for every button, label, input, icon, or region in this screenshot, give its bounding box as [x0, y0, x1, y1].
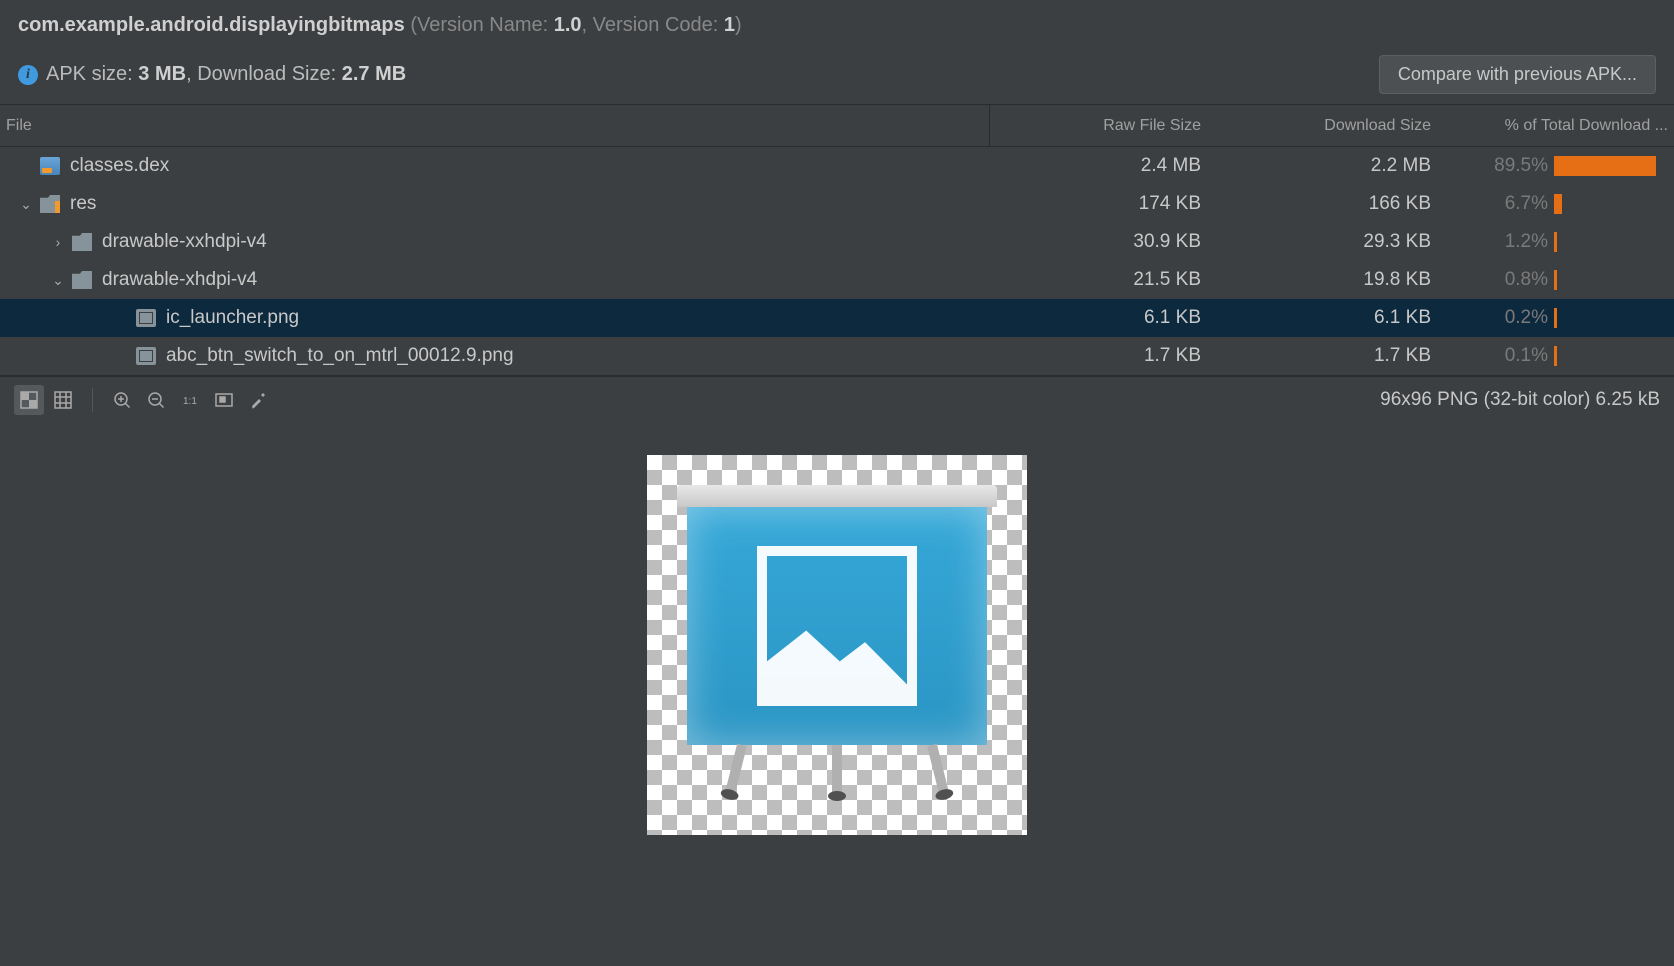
col-file[interactable]: File — [0, 117, 989, 135]
table-row[interactable]: abc_btn_switch_to_on_mtrl_00012.9.png 1.7… — [0, 337, 1674, 375]
checker-background — [647, 455, 1027, 835]
separator — [92, 388, 93, 412]
table-header: File Raw File Size Download Size % of To… — [0, 105, 1674, 147]
table-row[interactable]: ⌄ res 174 KB166 KB6.7% — [0, 185, 1674, 223]
chevron-down-icon[interactable]: ⌄ — [16, 194, 36, 214]
actual-size-icon[interactable]: 1:1 — [175, 385, 205, 415]
pct-bar — [1554, 346, 1674, 366]
folder-icon — [72, 233, 92, 251]
col-download-size[interactable]: Download Size — [1219, 105, 1449, 146]
color-picker-icon[interactable] — [243, 385, 273, 415]
pct: 1.2% — [1449, 231, 1554, 253]
download-size: 19.8 KB — [1219, 269, 1449, 291]
pct-bar — [1554, 232, 1674, 252]
col-raw-size[interactable]: Raw File Size — [989, 105, 1219, 146]
file-name: res — [70, 193, 96, 215]
pct: 0.2% — [1449, 307, 1554, 329]
file-name: ic_launcher.png — [166, 307, 299, 329]
grid-icon[interactable] — [48, 385, 78, 415]
pct-bar — [1554, 194, 1674, 214]
svg-text:1:1: 1:1 — [183, 396, 197, 407]
img-icon — [136, 309, 156, 327]
file-name: drawable-xhdpi-v4 — [102, 269, 257, 291]
download-size: 2.2 MB — [1219, 155, 1449, 177]
file-table: File Raw File Size Download Size % of To… — [0, 104, 1674, 376]
pct: 0.8% — [1449, 269, 1554, 291]
download-size: 166 KB — [1219, 193, 1449, 215]
version-name: 1.0 — [554, 14, 582, 36]
folder-special-icon — [40, 195, 60, 213]
col-pct[interactable]: % of Total Download ... — [1449, 105, 1674, 146]
apk-size-label: APK size: — [46, 63, 133, 85]
fit-zoom-icon[interactable] — [209, 385, 239, 415]
preview-area: 1:1 96x96 PNG (32-bit color) 6.25 kB — [0, 376, 1674, 966]
zoom-in-icon[interactable] — [107, 385, 137, 415]
raw-size: 1.7 KB — [989, 345, 1219, 367]
checker-bg-icon[interactable] — [14, 385, 44, 415]
raw-size: 174 KB — [989, 193, 1219, 215]
version-name-label: Version Name: — [417, 14, 548, 36]
chevron-down-icon[interactable]: ⌄ — [48, 270, 68, 290]
preview-canvas[interactable] — [0, 423, 1674, 966]
apk-size: 3 MB — [138, 63, 186, 85]
pct-bar — [1554, 308, 1674, 328]
table-row[interactable]: ic_launcher.png6.1 KB6.1 KB0.2% — [0, 299, 1674, 337]
file-name: drawable-xxhdpi-v4 — [102, 231, 267, 253]
chevron-right-icon[interactable]: › — [48, 232, 68, 252]
version-code-label: Version Code: — [593, 14, 719, 36]
download-size: 2.7 MB — [342, 63, 406, 85]
raw-size: 21.5 KB — [989, 269, 1219, 291]
preview-info: 96x96 PNG (32-bit color) 6.25 kB — [1380, 389, 1660, 411]
pct: 0.1% — [1449, 345, 1554, 367]
table-row[interactable]: classes.dex 2.4 MB2.2 MB89.5% — [0, 147, 1674, 185]
zoom-out-icon[interactable] — [141, 385, 171, 415]
download-size: 29.3 KB — [1219, 231, 1449, 253]
img-icon — [136, 347, 156, 365]
folder-icon — [72, 271, 92, 289]
file-name: classes.dex — [70, 155, 169, 177]
pct: 6.7% — [1449, 193, 1554, 215]
version-code: 1 — [724, 14, 735, 36]
raw-size: 6.1 KB — [989, 307, 1219, 329]
title-row: com.example.android.displayingbitmaps (V… — [18, 14, 1656, 37]
tree-body: classes.dex 2.4 MB2.2 MB89.5% ⌄ res 174 KB16… — [0, 147, 1674, 375]
raw-size: 2.4 MB — [989, 155, 1219, 177]
info-icon: i — [18, 65, 38, 85]
file-name: abc_btn_switch_to_on_mtrl_00012.9.png — [166, 345, 514, 367]
download-size: 1.7 KB — [1219, 345, 1449, 367]
pct-bar — [1554, 270, 1674, 290]
pct: 89.5% — [1449, 155, 1554, 177]
pct-bar — [1554, 156, 1674, 176]
download-size: 6.1 KB — [1219, 307, 1449, 329]
dex-icon — [40, 157, 60, 175]
table-row[interactable]: ⌄ drawable-xhdpi-v4 21.5 KB19.8 KB0.8% — [0, 261, 1674, 299]
download-size-label: Download Size: — [197, 63, 336, 85]
raw-size: 30.9 KB — [989, 231, 1219, 253]
preview-toolbar: 1:1 96x96 PNG (32-bit color) 6.25 kB — [0, 377, 1674, 423]
apk-header: com.example.android.displayingbitmaps (V… — [0, 0, 1674, 104]
package-name: com.example.android.displayingbitmaps — [18, 14, 405, 36]
table-row[interactable]: › drawable-xxhdpi-v4 30.9 KB29.3 KB1.2% — [0, 223, 1674, 261]
compare-apk-button[interactable]: Compare with previous APK... — [1379, 55, 1656, 94]
launcher-icon-preview — [677, 485, 997, 805]
